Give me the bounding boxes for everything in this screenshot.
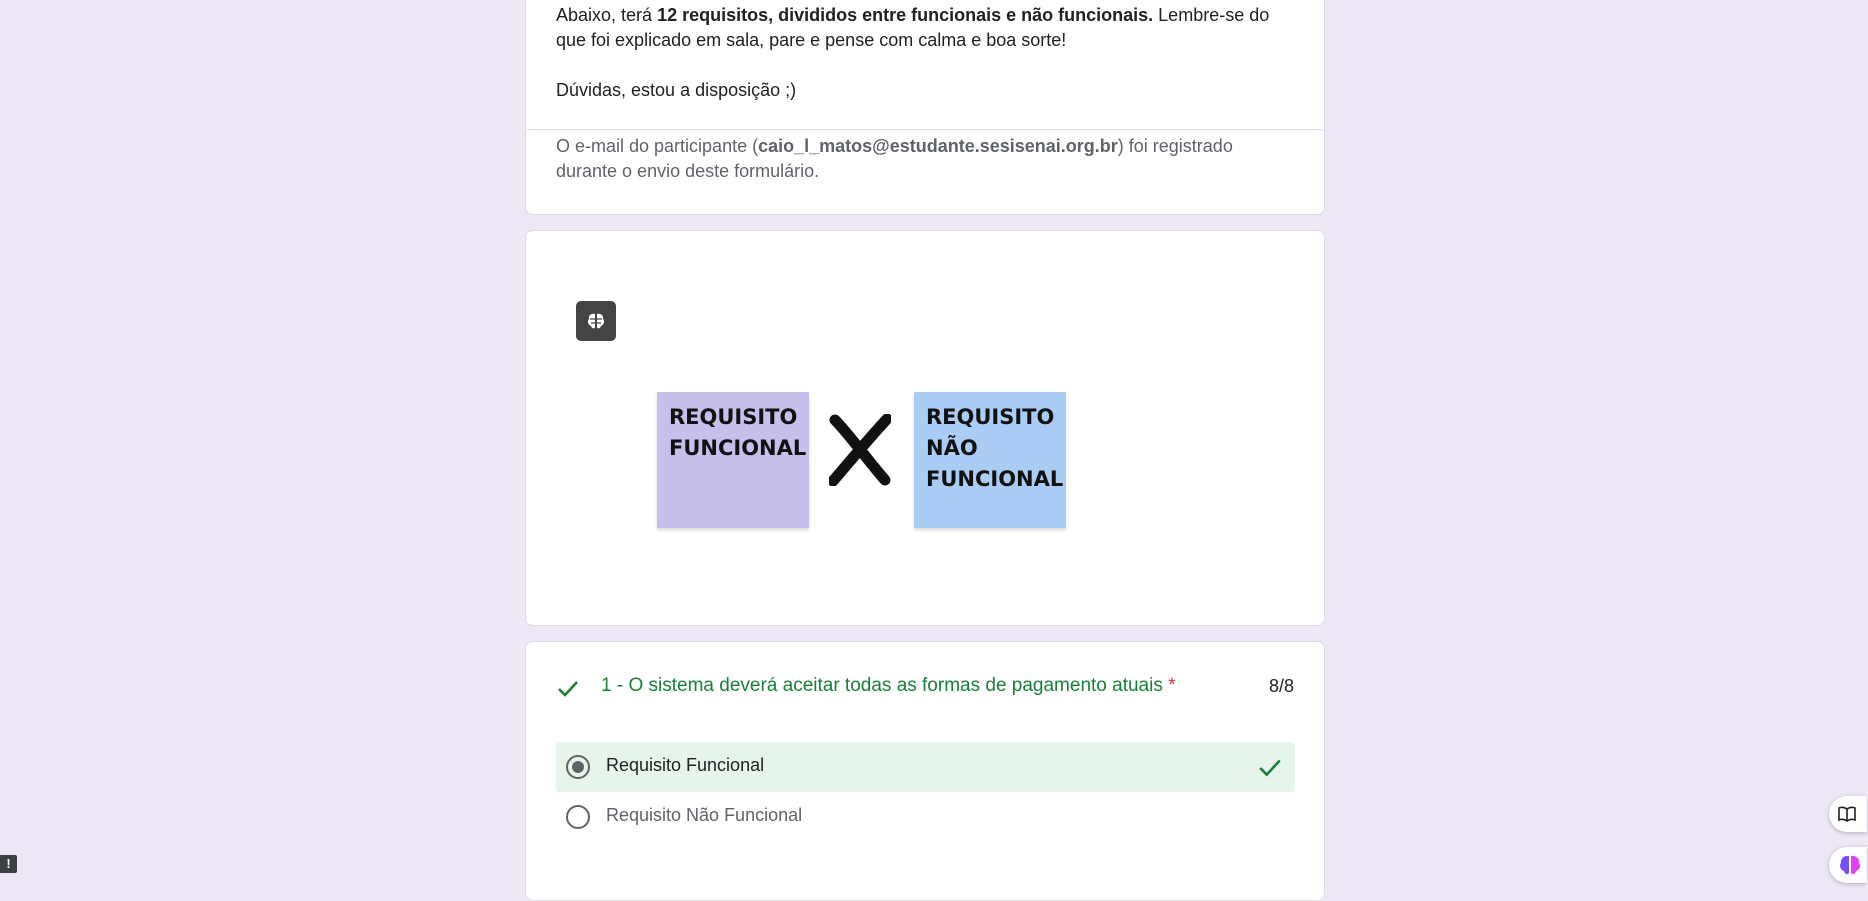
email-note: O e-mail do participante (caio_l_matos@e… <box>556 134 1296 184</box>
side-book-button[interactable] <box>1829 796 1867 832</box>
divider <box>526 129 1324 130</box>
side-brain-button[interactable] <box>1829 847 1867 883</box>
question-score: 8/8 <box>1268 676 1294 696</box>
brain-icon <box>1840 855 1860 875</box>
option-functional[interactable]: Requisito Funcional <box>556 742 1295 792</box>
email-note-prefix: O e-mail do participante ( <box>556 136 759 156</box>
question-card: 1 - O sistema deverá aceitar todas as fo… <box>525 641 1325 901</box>
intro-doubts: Dúvidas, estou a disposição ;) <box>556 80 797 100</box>
question-title: 1 - O sistema deverá aceitar todas as fo… <box>601 675 1176 697</box>
sticky-note-non-functional: REQUISITO NÃO FUNCIONAL <box>914 392 1066 528</box>
book-icon <box>1838 806 1856 822</box>
brain-icon <box>587 313 605 329</box>
sticky-note-functional: REQUISITO FUNCIONAL <box>657 392 809 528</box>
intro-text-prefix: Abaixo, terá <box>556 5 658 25</box>
image-card: REQUISITO FUNCIONAL REQUISITO NÃO FUNCIO… <box>525 230 1325 626</box>
option-label: Requisito Não Funcional <box>606 805 803 825</box>
x-mark-icon <box>829 414 891 486</box>
intro-text-bold: 12 requisitos, divididos entre funcionai… <box>657 5 1154 25</box>
intro-text: Abaixo, terá 12 requisitos, divididos en… <box>556 3 1296 103</box>
brain-button[interactable] <box>576 301 616 341</box>
radio-selected[interactable] <box>566 755 590 779</box>
radio-unselected[interactable] <box>566 805 590 829</box>
required-mark: * <box>1168 675 1176 696</box>
note-right-text: REQUISITO NÃO FUNCIONAL <box>926 405 1064 491</box>
note-left-text: REQUISITO FUNCIONAL <box>669 405 807 460</box>
intro-card: Abaixo, terá 12 requisitos, divididos en… <box>525 0 1325 215</box>
alert-badge[interactable]: ! <box>0 855 17 873</box>
correct-check-icon <box>1259 759 1281 777</box>
check-icon <box>558 681 578 697</box>
option-non-functional[interactable]: Requisito Não Funcional <box>556 792 1295 842</box>
option-label: Requisito Funcional <box>606 755 765 775</box>
question-title-text: 1 - O sistema deverá aceitar todas as fo… <box>601 675 1163 696</box>
participant-email: caio_l_matos@estudante.sesisenai.org.br <box>758 136 1118 156</box>
